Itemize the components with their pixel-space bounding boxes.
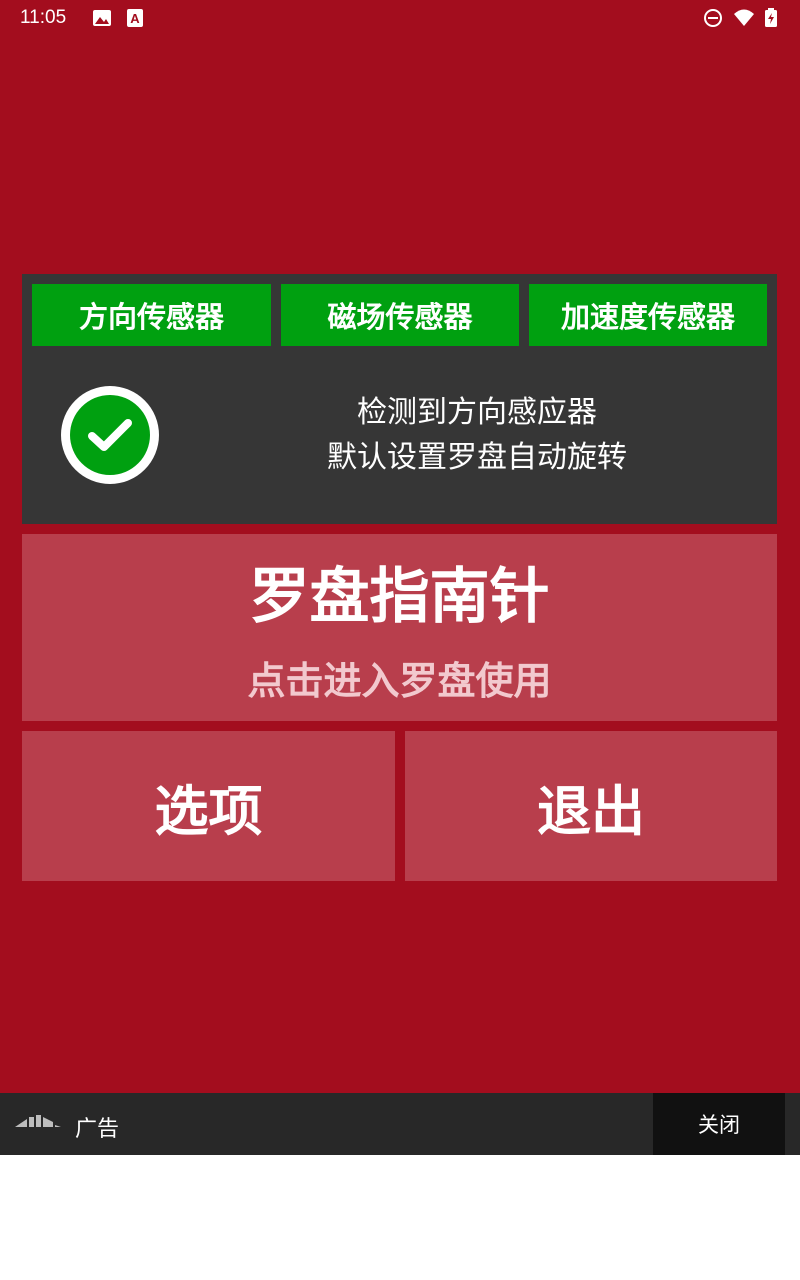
compass-title: 罗盘指南针 [249, 562, 550, 632]
options-button[interactable]: 选项 [22, 731, 395, 881]
sensor-status-text: 检测到方向感应器 默认设置罗盘自动旋转 [242, 390, 712, 480]
ad-label: 广告 [75, 1117, 120, 1142]
svg-text:A: A [130, 11, 140, 26]
tab-acceleration-sensor[interactable]: 加速度传感器 [529, 284, 767, 346]
status-bar: 11:05 A [0, 0, 800, 36]
image-icon [93, 10, 111, 26]
ad-close-button[interactable]: 关闭 [653, 1093, 785, 1155]
checkmark-icon [88, 419, 132, 451]
wifi-icon [734, 9, 754, 26]
sensor-status-line-1: 检测到方向感应器 [357, 395, 597, 430]
a-text-icon: A [127, 9, 143, 27]
ad-banner: 广告 关闭 [0, 1093, 800, 1155]
tab-magnetic-sensor[interactable]: 磁场传感器 [281, 284, 519, 346]
status-time: 11:05 [20, 7, 67, 28]
battery-icon [765, 8, 777, 27]
sensor-status-line-2: 默认设置罗盘自动旋转 [327, 440, 627, 475]
ad-logo-icon [15, 1115, 61, 1127]
enter-compass-button[interactable]: 罗盘指南针 点击进入罗盘使用 [22, 534, 777, 721]
app-screen: 11:05 A 方向传感器 磁场传感器 加速度传感器 检测到方向感应器 默认设置… [0, 0, 800, 1093]
do-not-disturb-icon [704, 9, 722, 27]
tab-orientation-sensor[interactable]: 方向传感器 [32, 284, 271, 346]
check-circle-icon [61, 386, 159, 484]
exit-button[interactable]: 退出 [405, 731, 777, 881]
compass-subtitle: 点击进入罗盘使用 [247, 659, 552, 703]
sensor-panel: 方向传感器 磁场传感器 加速度传感器 检测到方向感应器 默认设置罗盘自动旋转 [22, 274, 777, 524]
